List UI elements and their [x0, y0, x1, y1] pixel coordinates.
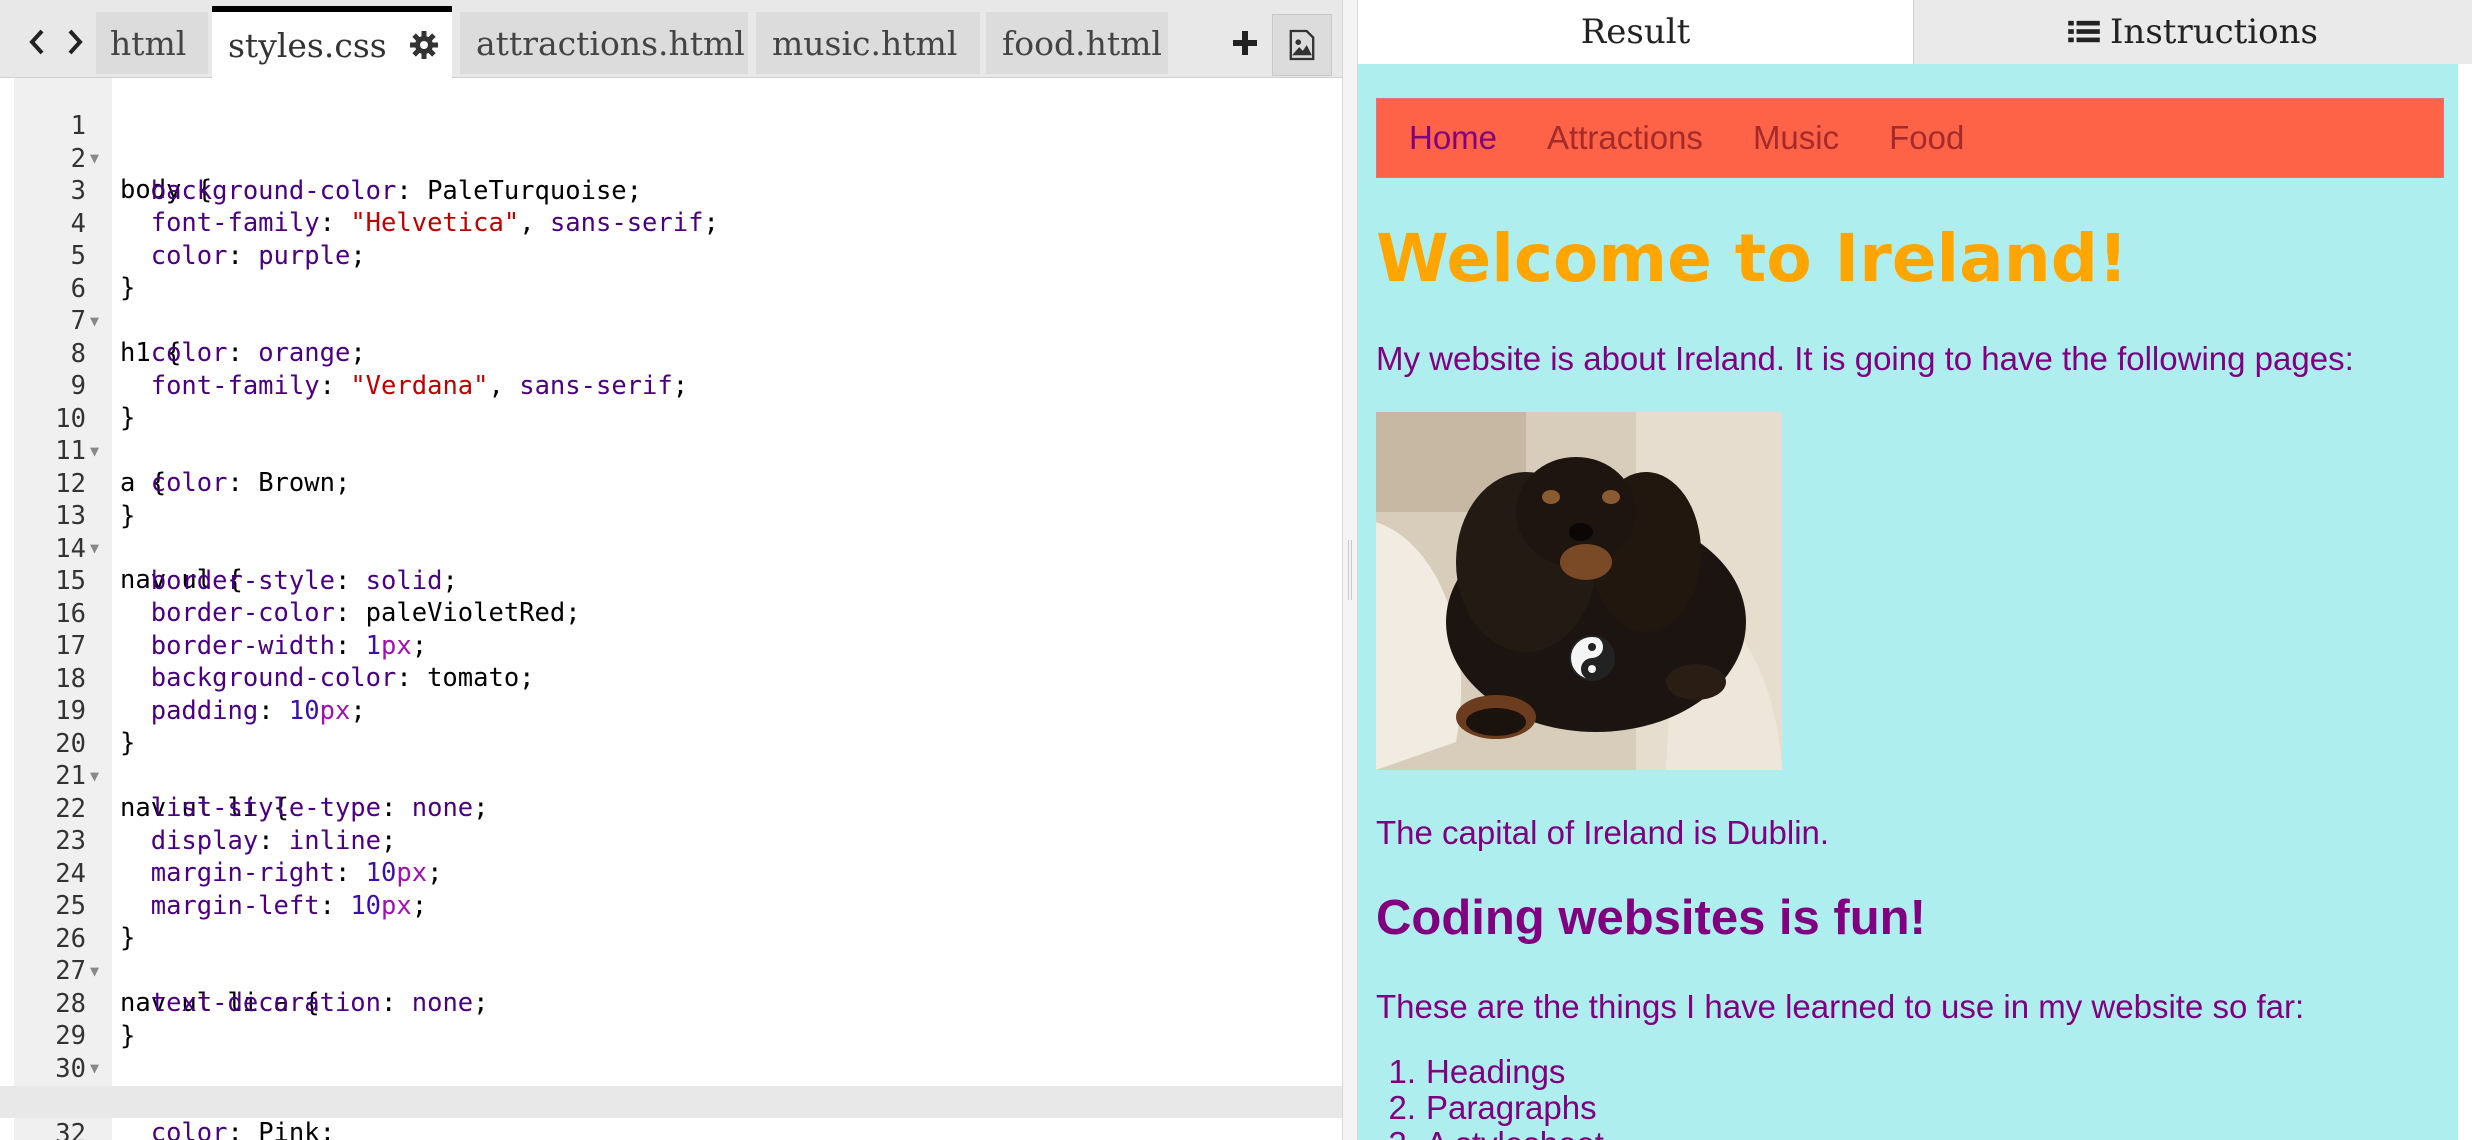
pane-resize-handle[interactable]	[1342, 0, 1358, 1140]
tab-label: food.html	[1002, 23, 1162, 63]
image-icon[interactable]	[1272, 14, 1332, 76]
learned-paragraph: These are the things I have learned to u…	[1376, 988, 2305, 1025]
tab-instructions-label: Instructions	[2110, 12, 2318, 52]
code-line[interactable]: 15 border-color: paleVioletRed;	[0, 533, 1342, 628]
code-line[interactable]: 23 margin-right: 10px;	[0, 793, 1342, 888]
code-line[interactable]: 20 ▼ nav ul li {	[0, 696, 1342, 823]
tab-styles-css[interactable]: styles.css	[212, 6, 452, 78]
chevron-right-icon[interactable]	[60, 22, 90, 62]
nav-link-attractions[interactable]: Attractions	[1547, 119, 1703, 157]
sub-heading: Coding websites is fun!	[1376, 891, 1926, 945]
tab-html[interactable]: html	[96, 12, 208, 74]
dog-photo	[1376, 412, 1782, 770]
list-item: 1. Headings	[1388, 1053, 1566, 1090]
code-line[interactable]: 24 margin-left: 10px;	[0, 826, 1342, 921]
code-line[interactable]: 28 }	[0, 956, 1342, 1051]
code-line[interactable]: 5 }	[0, 208, 1342, 303]
tab-attractions-html[interactable]: attractions.html	[460, 12, 748, 74]
tab-label: styles.css	[228, 25, 387, 65]
chevron-left-icon[interactable]	[22, 22, 52, 62]
code-line[interactable]: 14 border-style: solid;	[0, 501, 1342, 596]
code-line[interactable]: 26 ▼ nav ul li a {	[0, 891, 1342, 1018]
code-line[interactable]: 31 color: Pink;	[0, 1053, 1342, 1140]
tab-food-html[interactable]: food.html	[986, 12, 1168, 74]
code-line[interactable]: 12 }	[0, 436, 1342, 531]
tab-instructions[interactable]: Instructions	[1913, 0, 2472, 64]
tab-result[interactable]: Result	[1358, 0, 1913, 64]
list-item: 2. Paragraphs	[1388, 1089, 1597, 1126]
code-line[interactable]: 4 color: purple;	[0, 176, 1342, 271]
code-line[interactable]: 10 ▼ a {	[0, 371, 1342, 498]
list-icon	[2068, 19, 2100, 45]
website-preview: Home Attractions Music Food Welcome to I…	[1358, 64, 2458, 1140]
learned-list: 1.Headings 2.Paragraphs 3.A stylesheet	[1376, 1053, 1603, 1140]
code-line[interactable]: 6 ▼ h1 {	[0, 241, 1342, 368]
result-pane: Result Instructions Home Attractions Mus…	[1358, 0, 2472, 1140]
result-tab-bar: Result Instructions	[1358, 0, 2472, 64]
code-line[interactable]: 9 }	[0, 338, 1342, 433]
plus-icon[interactable]	[1222, 20, 1268, 66]
tab-label: attractions.html	[476, 23, 745, 63]
code-line[interactable]: 19 }	[0, 663, 1342, 758]
code-line[interactable]: 22 display: inline;	[0, 761, 1342, 856]
code-line[interactable]: 30 text-decoration: underline;	[0, 1021, 1342, 1116]
code-line[interactable]: 25 }	[0, 858, 1342, 953]
site-nav: Home Attractions Music Food	[1376, 98, 2444, 178]
nav-link-food[interactable]: Food	[1889, 119, 1964, 157]
code-line[interactable]: 21 list-style-type: none;	[0, 728, 1342, 823]
gear-icon[interactable]	[409, 30, 439, 60]
code-line[interactable]: 3 font-family: "Helvetica", sans-serif;	[0, 143, 1342, 238]
tab-music-html[interactable]: music.html	[756, 12, 980, 74]
intro-paragraph: My website is about Ireland. It is going…	[1376, 340, 2354, 377]
nav-link-home[interactable]: Home	[1409, 119, 1497, 157]
code-line[interactable]: 1 ▼ body {	[0, 78, 1342, 205]
nav-link-music[interactable]: Music	[1753, 119, 1839, 157]
line-number: 32	[55, 1118, 86, 1140]
code-line-current[interactable]: 32 }	[0, 1085, 1342, 1140]
tab-label: music.html	[772, 23, 958, 63]
code-line[interactable]: 16 border-width: 1px;	[0, 566, 1342, 661]
tab-label: html	[110, 23, 187, 63]
code-line[interactable]: 2 background-color: PaleTurquoise;	[0, 111, 1342, 206]
grip-icon	[1348, 540, 1352, 600]
page-heading: Welcome to Ireland!	[1376, 220, 2129, 297]
code-line[interactable]: 7 color: orange;	[0, 273, 1342, 368]
code-line[interactable]: 27 text-decoration: none;	[0, 923, 1342, 1018]
editor-pane: html styles.css attractions.html music.h…	[0, 0, 1342, 1140]
list-item: 3.A stylesheet	[1376, 1126, 1603, 1140]
capital-paragraph: The capital of Ireland is Dublin.	[1376, 814, 1830, 851]
code-line[interactable]: 11 color: Brown;	[0, 403, 1342, 498]
code-line[interactable]: 17 background-color: tomato;	[0, 598, 1342, 693]
file-tab-bar: html styles.css attractions.html music.h…	[0, 0, 1342, 78]
code-line[interactable]: 29 ▼ nav ul li a:hover {	[0, 988, 1342, 1115]
code-line[interactable]: 8 font-family: "Verdana", sans-serif;	[0, 306, 1342, 401]
code-line[interactable]: 13 ▼ nav ul {	[0, 468, 1342, 595]
tab-result-label: Result	[1580, 12, 1691, 52]
code-editor[interactable]: 1 ▼ body { 2 background-color: PaleTurqu…	[0, 78, 1342, 1140]
code-line[interactable]: 18 padding: 10px;	[0, 631, 1342, 726]
